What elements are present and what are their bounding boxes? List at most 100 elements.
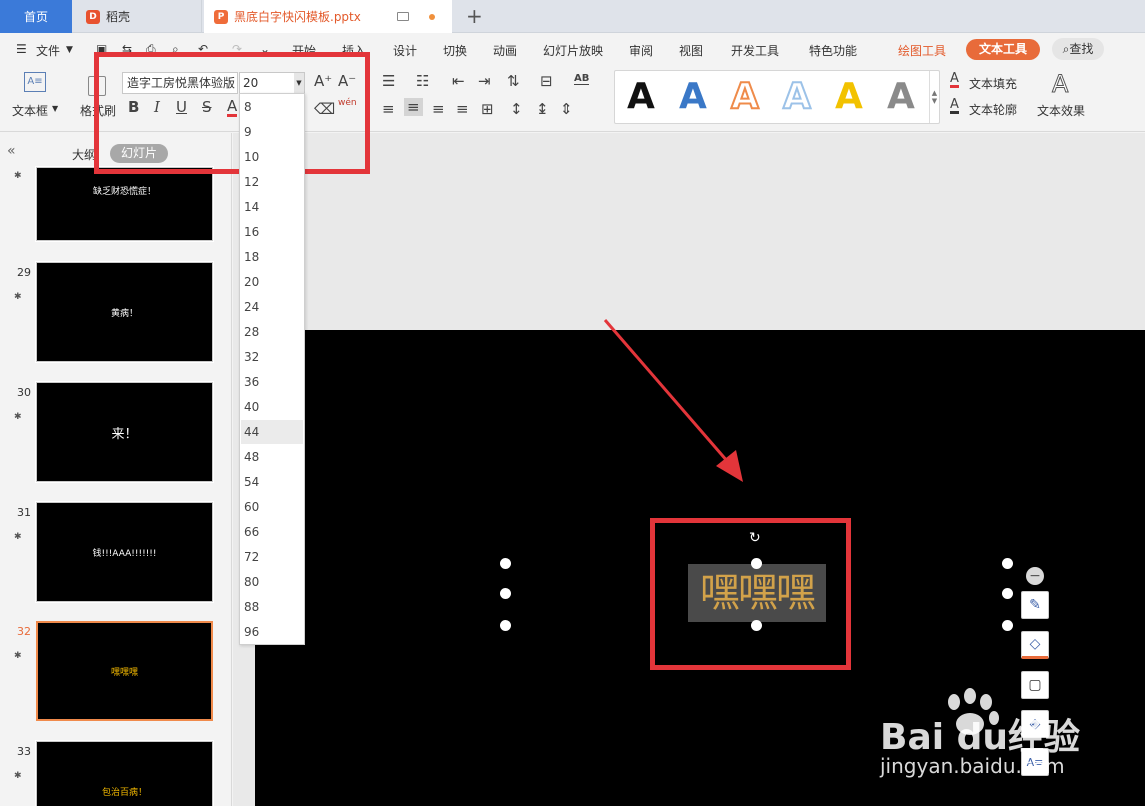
menu-drawing-tools[interactable]: 绘图工具 [898,42,946,59]
resize-handle-top-right[interactable] [1002,558,1013,569]
gallery-scroll-icon[interactable]: ▲ ▼ [929,71,939,123]
resize-handle-left[interactable] [500,588,511,599]
font-size-option[interactable]: 60 [241,495,303,519]
text-style-orange-outline[interactable]: A [730,76,760,118]
tab-home[interactable]: 首页 [0,0,72,33]
font-size-option[interactable]: 20 [241,270,303,294]
slide-thumbnail[interactable]: 嘿嘿嘿 [36,621,213,721]
font-size-option[interactable]: 16 [241,220,303,244]
font-size-option[interactable]: 88 [241,595,303,619]
text-style-gray[interactable]: A [887,77,915,117]
collapse-tools-icon[interactable]: − [1026,567,1044,585]
hamburger-icon[interactable]: ☰ [16,42,27,56]
resize-handle-right[interactable] [1002,588,1013,599]
font-size-option[interactable]: 12 [241,170,303,194]
slide-thumbnail[interactable]: 钱!!!AAA!!!!!!! [35,501,214,603]
chevron-down-icon[interactable]: ▼ [66,45,73,55]
slide-thumbnail[interactable]: 缺乏财恐慌症！ [35,166,214,242]
ab-convert-icon[interactable]: AB [574,73,590,85]
font-size-option[interactable]: 28 [241,320,303,344]
menu-design[interactable]: 设计 [393,42,417,59]
paragraph-settings-icon[interactable]: ⇕ [560,100,573,118]
menu-animation[interactable]: 动画 [493,42,517,59]
resize-handle-top-left[interactable] [500,558,511,569]
decrease-indent-icon[interactable]: ⇤ [452,72,465,90]
menu-text-tools[interactable]: 文本工具 [966,39,1040,60]
presentation-file-icon: P [214,9,228,24]
font-size-option[interactable]: 24 [241,295,303,319]
menu-slideshow[interactable]: 幻灯片放映 [543,42,603,59]
text-style-light-blue-outline[interactable]: A [782,76,812,118]
text-effect-label[interactable]: 文本效果 [1037,102,1085,119]
brush-icon[interactable]: ✎ [1021,591,1049,619]
font-size-option[interactable]: 80 [241,570,303,594]
font-size-option[interactable]: 36 [241,370,303,394]
shape-outline-icon[interactable]: ▢ [1021,671,1049,699]
fill-bucket-icon[interactable]: ◇ [1021,631,1049,659]
align-center-icon[interactable]: ≡ [404,98,423,116]
menu-devtools[interactable]: 开发工具 [731,42,779,59]
slide-thumbnail[interactable]: 来！ [35,381,214,483]
tab-docer[interactable]: D 稻壳 [72,0,202,33]
line-spacing-icon[interactable]: ↕ [510,100,523,118]
docer-logo-icon: D [86,9,100,24]
text-effect-icon[interactable]: A [1051,70,1068,99]
text-style-gold[interactable]: A [835,77,863,117]
text-style-black[interactable]: A [627,77,655,117]
text-fill-icon[interactable]: A [950,72,959,88]
slide-number: 29 [17,266,31,279]
distribute-icon[interactable]: ⊞ [481,100,494,118]
chevron-down-icon[interactable]: ▼ [52,104,58,113]
slide-number: 30 [17,386,31,399]
text-style-blue[interactable]: A [679,77,707,117]
font-size-option[interactable]: 96 [241,620,303,644]
font-size-option[interactable]: 32 [241,345,303,369]
font-size-option[interactable]: 48 [241,445,303,469]
watermark-logo: Bai du经验 [880,717,1081,758]
slide-thumbnail-text: 缺乏财恐慌症！ [92,187,156,197]
bullet-list-icon[interactable]: ☰ [382,72,395,90]
increase-indent-icon[interactable]: ⇥ [478,72,491,90]
tab-docer-label: 稻壳 [106,10,131,24]
textbox-label[interactable]: 文本框 [12,102,48,119]
numbered-list-icon[interactable]: ☷ [416,72,429,90]
font-size-option[interactable]: 44 [241,420,303,444]
font-size-option[interactable]: 66 [241,520,303,544]
font-size-option[interactable]: 54 [241,470,303,494]
textbox-icon[interactable]: A≡ [24,72,46,92]
font-size-option[interactable]: 72 [241,545,303,569]
text-outline-label[interactable]: 文本轮廓 [969,101,1017,118]
tab-document[interactable]: P 黑底白字快闪模板.pptx [204,0,452,33]
font-size-option[interactable]: 14 [241,195,303,219]
menu-view[interactable]: 视图 [679,42,703,59]
font-size-option[interactable]: 10 [241,145,303,169]
resize-handle-bottom-right[interactable] [1002,620,1013,631]
animation-star-icon: ✱ [14,651,22,661]
search-button[interactable]: ⌕查找 [1052,38,1104,60]
font-size-option[interactable]: 40 [241,395,303,419]
slide-thumbnail-text: 包治百病！ [101,787,147,798]
font-size-option[interactable]: 9 [241,120,303,144]
font-size-option[interactable]: 18 [241,245,303,269]
slide-thumbnail[interactable]: 黄病！ [35,261,214,363]
menu-features[interactable]: 特色功能 [809,42,857,59]
align-text-icon[interactable]: ⊟ [540,72,553,90]
monitor-icon[interactable] [396,12,409,21]
slide-thumbnail[interactable]: 包治百病！ [35,740,214,806]
resize-handle-bottom-left[interactable] [500,620,511,631]
font-size-option[interactable]: 8 [241,95,303,119]
paragraph-spacing-icon[interactable]: ↨ [536,100,549,118]
collapse-panel-icon[interactable]: « [7,143,16,159]
slide-number: 31 [17,506,31,519]
justify-icon[interactable]: ≡ [456,100,469,118]
tab-outline[interactable]: 大纲 [72,146,96,163]
menu-file[interactable]: 文件 [36,42,60,59]
menu-review[interactable]: 审阅 [629,42,653,59]
new-tab-button[interactable]: + [466,4,483,28]
text-outline-icon[interactable]: A [950,98,959,114]
text-fill-label[interactable]: 文本填充 [969,75,1017,92]
align-right-icon[interactable]: ≡ [432,100,445,118]
align-left-icon[interactable]: ≡ [382,100,395,118]
menu-transition[interactable]: 切换 [443,42,467,59]
text-direction-icon[interactable]: ⇅ [507,72,520,90]
